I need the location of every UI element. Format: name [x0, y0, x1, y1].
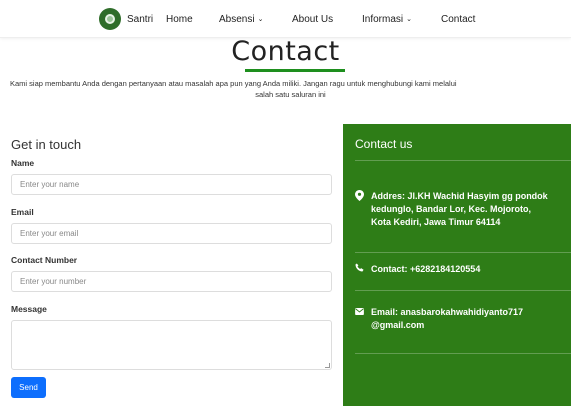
name-label: Name: [11, 158, 35, 168]
location-pin-icon: [355, 190, 371, 205]
send-button[interactable]: Send: [11, 377, 46, 398]
contact-number-label: Contact Number: [11, 255, 78, 265]
address-line-3: Kota Kediri, Jawa Timur 64114: [371, 217, 501, 227]
form-heading: Get in touch: [11, 137, 82, 152]
phone-row: Contact: +6282184120554: [355, 263, 480, 276]
envelope-icon: [355, 306, 371, 319]
intro-line-1: Kami siap membantu Anda dengan pertanyaa…: [10, 79, 457, 88]
intro-line-2: salah satu saluran ini: [255, 90, 326, 99]
logo-icon: [99, 8, 121, 30]
nav-home[interactable]: Home: [166, 14, 193, 25]
contact-panel-title: Contact us: [355, 137, 413, 151]
divider: [355, 252, 571, 253]
chevron-down-icon: ⌄: [257, 16, 264, 23]
divider: [355, 290, 571, 291]
address-line-2: kedunglo, Bandar Lor, Kec. Mojoroto,: [371, 204, 532, 214]
divider: [355, 160, 571, 161]
name-input[interactable]: [11, 174, 332, 195]
brand-name: Santri: [127, 13, 154, 25]
chevron-down-icon: ⌄: [406, 16, 412, 23]
nav-informasi-label: Informasi: [362, 14, 404, 25]
nav-informasi[interactable]: Informasi ⌄: [362, 14, 412, 25]
message-textarea[interactable]: [11, 320, 332, 370]
nav-contact[interactable]: Contact: [441, 14, 475, 25]
page-title: Contact: [231, 36, 340, 67]
brand[interactable]: Santri: [99, 8, 153, 30]
email-label: Email: [11, 207, 34, 217]
resize-handle-icon[interactable]: [325, 363, 330, 368]
contact-panel: Contact us Addres: Jl.KH Wachid Hasyim g…: [343, 124, 571, 406]
address-line-1: Addres: Jl.KH Wachid Hasyim gg pondok: [371, 191, 548, 201]
nav-absensi[interactable]: Absensi ⌄: [219, 14, 263, 25]
email-line-1: Email: anasbarokahwahidiyanto717: [371, 307, 524, 317]
phone-text[interactable]: Contact: +6282184120554: [371, 263, 480, 276]
email-line-2: @gmail.com: [371, 320, 425, 330]
title-underline: [245, 69, 345, 72]
address-row: Addres: Jl.KH Wachid Hasyim gg pondok ke…: [355, 190, 548, 229]
divider: [355, 353, 571, 354]
contact-number-input[interactable]: [11, 271, 332, 292]
phone-icon: [355, 263, 371, 276]
email-text[interactable]: Email: anasbarokahwahidiyanto717 @gmail.…: [371, 306, 523, 332]
navbar: Santri Home Absensi ⌄ About Us Informasi ⌄…: [0, 0, 571, 38]
message-label: Message: [11, 304, 47, 314]
nav-about[interactable]: About Us: [292, 14, 333, 25]
email-input[interactable]: [11, 223, 332, 244]
email-row: Email: anasbarokahwahidiyanto717 @gmail.…: [355, 306, 523, 332]
nav-absensi-label: Absensi: [219, 14, 255, 25]
address-text: Addres: Jl.KH Wachid Hasyim gg pondok ke…: [371, 190, 548, 229]
intro-text: Kami siap membantu Anda dengan pertanyaa…: [10, 78, 571, 100]
